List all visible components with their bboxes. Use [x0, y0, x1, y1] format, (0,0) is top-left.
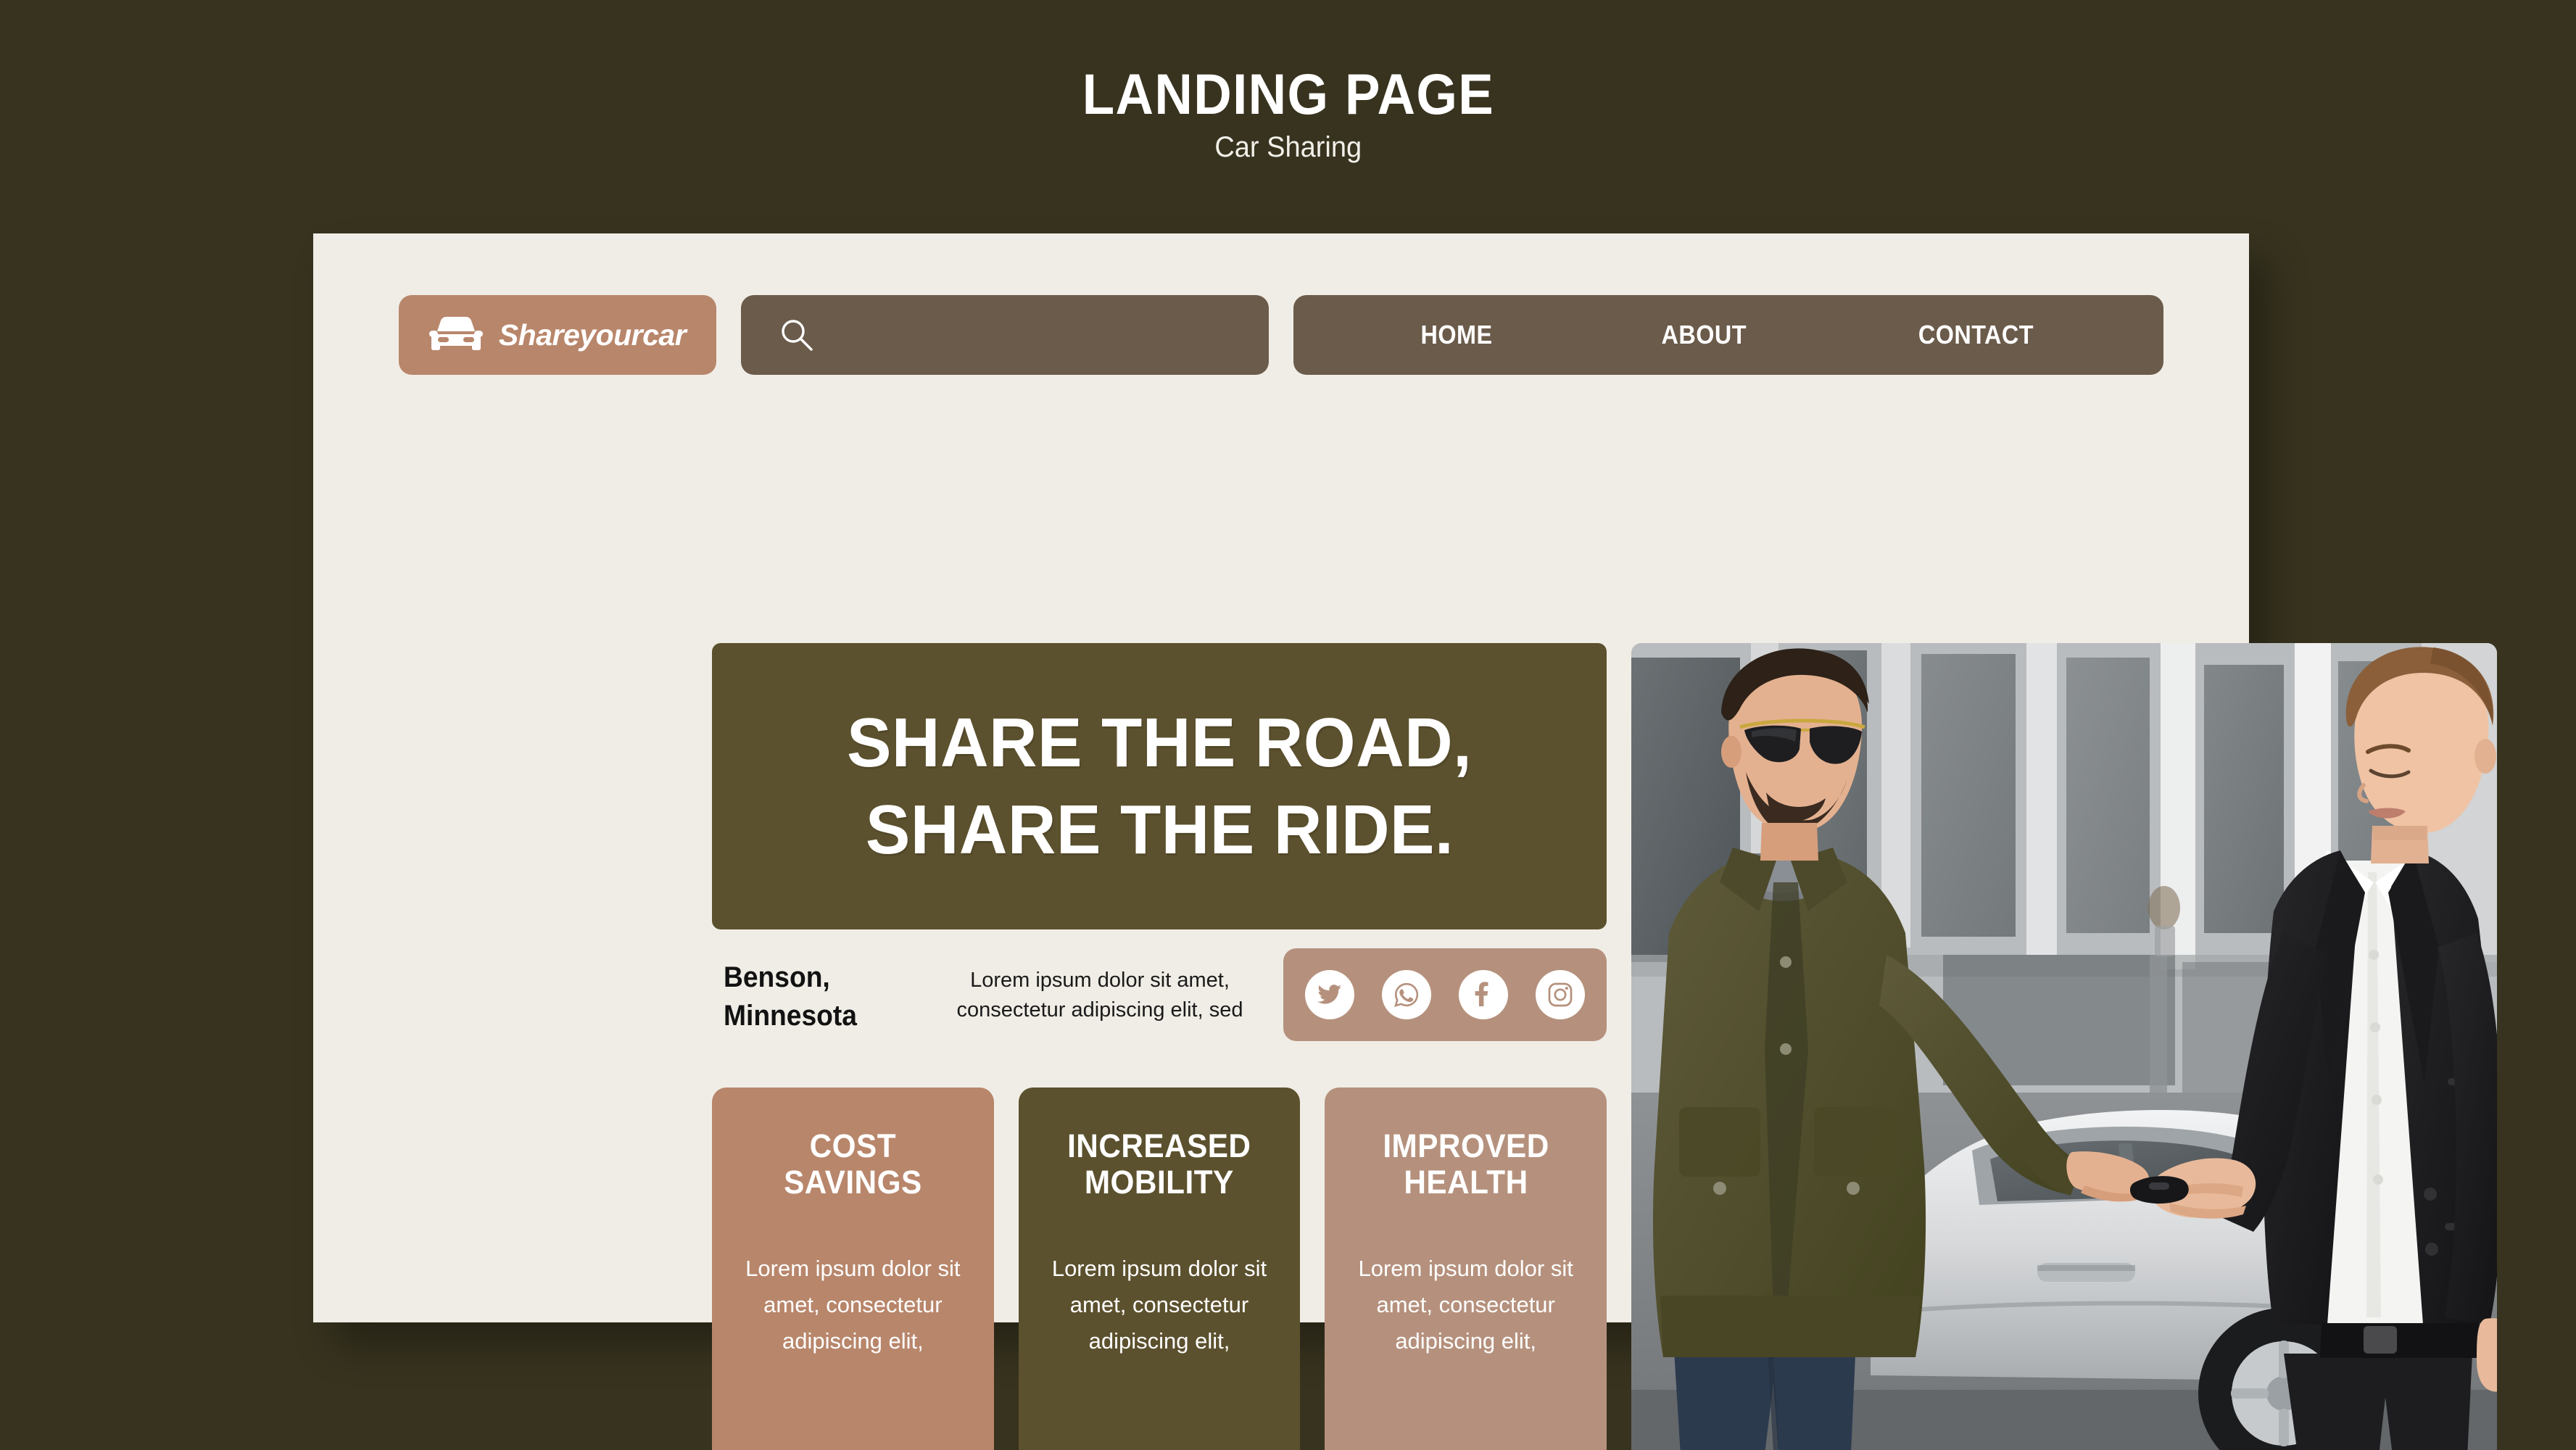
feature-card-increased-mobility[interactable]: INCREASED MOBILITY Lorem ipsum dolor sit… — [1018, 1088, 1301, 1450]
location-line-1: Benson, — [724, 961, 830, 993]
card-body: Lorem ipsum dolor sit amet, consectetur … — [745, 1255, 961, 1354]
whatsapp-icon[interactable] — [1382, 970, 1431, 1019]
hero-headline-line-2: SHARE THE RIDE. — [865, 790, 1454, 869]
search-input[interactable] — [741, 295, 1269, 375]
card-body: Lorem ipsum dolor sit amet, consectetur … — [1051, 1255, 1267, 1354]
brand-name: Shareyourcar — [498, 318, 687, 352]
search-icon — [779, 317, 815, 353]
social-links — [1283, 948, 1607, 1041]
hero-headline-line-1: SHARE THE ROAD, — [846, 703, 1473, 782]
card-title: COST SAVINGS — [784, 1127, 922, 1201]
intro-blurb: Lorem ipsum dolor sit amet, consectetur … — [956, 969, 1243, 1022]
page-title: LANDING PAGE — [1082, 61, 1494, 126]
feature-card-improved-health[interactable]: IMPROVED HEALTH Lorem ipsum dolor sit am… — [1325, 1088, 1607, 1450]
twitter-icon[interactable] — [1305, 970, 1354, 1019]
nav-item-about[interactable]: ABOUT — [1662, 320, 1747, 350]
page-subtitle: Car Sharing — [1214, 130, 1362, 163]
landing-page-panel: Shareyourcar HOME ABOUT CONTACT SHARE TH… — [313, 233, 2497, 1450]
card-title: INCREASED MOBILITY — [1067, 1127, 1251, 1201]
page-header: LANDING PAGE Car Sharing — [0, 0, 2576, 226]
card-title-line-1: IMPROVED — [1382, 1127, 1549, 1164]
location-line-2: Minnesota — [724, 999, 857, 1032]
hero-banner: SHARE THE ROAD, SHARE THE RIDE. — [712, 643, 1607, 929]
card-title-line-1: INCREASED — [1067, 1127, 1251, 1164]
car-icon — [428, 316, 483, 354]
nav-menu: HOME ABOUT CONTACT — [1293, 295, 2163, 375]
nav-item-home[interactable]: HOME — [1421, 320, 1493, 350]
card-title-line-2: MOBILITY — [1085, 1164, 1234, 1201]
feature-card-cost-savings[interactable]: COST SAVINGS Lorem ipsum dolor sit amet,… — [712, 1088, 994, 1450]
instagram-icon[interactable] — [1536, 970, 1585, 1019]
card-title-line-1: COST — [809, 1127, 897, 1164]
navigation-row: Shareyourcar HOME ABOUT CONTACT — [399, 295, 2163, 375]
card-title-line-2: SAVINGS — [784, 1164, 922, 1201]
facebook-icon[interactable] — [1459, 970, 1508, 1019]
feature-cards: COST SAVINGS Lorem ipsum dolor sit amet,… — [712, 1088, 1607, 1450]
card-title: IMPROVED HEALTH — [1382, 1127, 1549, 1201]
location-label: Benson, Minnesota — [724, 958, 857, 1035]
nav-item-contact[interactable]: CONTACT — [1918, 320, 2034, 350]
brand-logo-button[interactable]: Shareyourcar — [399, 295, 716, 375]
card-title-line-2: HEALTH — [1404, 1164, 1528, 1201]
card-body: Lorem ipsum dolor sit amet, consectetur … — [1358, 1255, 1573, 1354]
hero-photo — [1631, 643, 2497, 1450]
info-row: Benson, Minnesota Lorem ipsum dolor sit … — [712, 948, 1607, 1041]
